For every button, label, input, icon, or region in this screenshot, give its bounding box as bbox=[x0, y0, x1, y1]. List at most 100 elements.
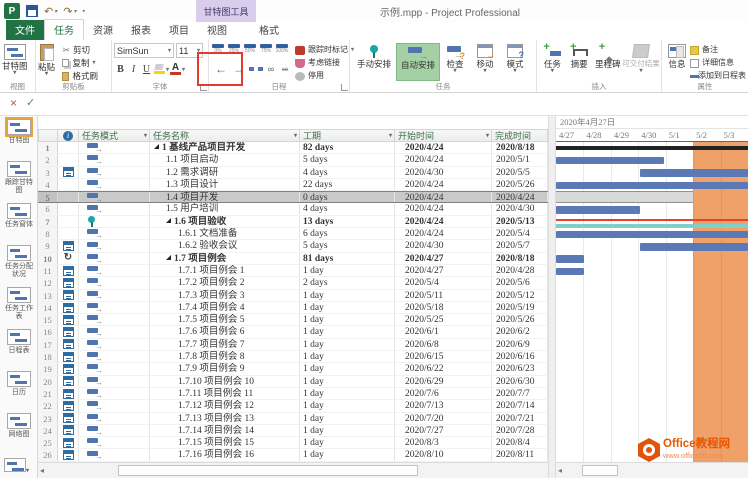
scroll-left-icon[interactable]: ◂ bbox=[40, 466, 44, 475]
duration-cell[interactable]: 0 days bbox=[300, 192, 395, 202]
duration-cell[interactable]: 22 days bbox=[300, 179, 395, 190]
row-number[interactable]: 3 bbox=[38, 167, 58, 178]
table-row[interactable]: 151.7.5 项目例会 51 day2020/5/252020/5/26 bbox=[38, 314, 548, 326]
finish-date-cell[interactable]: 2020/5/5 bbox=[492, 167, 548, 178]
view-bar-item[interactable]: 任务分配状况 bbox=[0, 242, 38, 284]
indicator-cell[interactable] bbox=[58, 277, 79, 288]
task-name-cell[interactable]: 1.7.3 项目例会 3 bbox=[150, 290, 300, 301]
font-name-select[interactable]: SimSun▾ bbox=[114, 43, 174, 58]
percent-complete-button[interactable]: 50% bbox=[243, 44, 257, 54]
table-row[interactable]: 131.7.3 项目例会 31 day2020/5/112020/5/12 bbox=[38, 290, 548, 302]
finish-date-cell[interactable]: 2020/8/11 bbox=[492, 449, 548, 460]
duration-cell[interactable]: 4 days bbox=[300, 203, 395, 214]
start-date-cell[interactable]: 2020/5/25 bbox=[395, 314, 492, 325]
duration-cell[interactable]: 81 days bbox=[300, 253, 395, 264]
task-name-cell[interactable]: 1.7.14 项目例会 14 bbox=[150, 425, 300, 436]
copy-button[interactable]: 复制▾ bbox=[62, 57, 98, 69]
duration-cell[interactable]: 6 days bbox=[300, 228, 395, 239]
duration-cell[interactable]: 1 day bbox=[300, 351, 395, 362]
duration-cell[interactable]: 1 day bbox=[300, 265, 395, 276]
task-mode-cell[interactable] bbox=[79, 253, 150, 264]
table-row[interactable]: 161.7.6 项目例会 61 day2020/6/12020/6/2 bbox=[38, 326, 548, 338]
indicator-cell[interactable] bbox=[58, 228, 79, 239]
indicator-cell[interactable] bbox=[58, 265, 79, 276]
finish-date-cell[interactable]: 2020/6/2 bbox=[492, 326, 548, 337]
row-number[interactable]: 4 bbox=[38, 179, 58, 190]
start-date-cell[interactable]: 2020/4/24 bbox=[395, 179, 492, 190]
collapse-triangle-icon[interactable] bbox=[154, 144, 159, 149]
gantt-bar[interactable] bbox=[556, 146, 748, 150]
qat-customize-icon[interactable]: ▪ bbox=[82, 8, 84, 15]
finish-date-cell[interactable]: 2020/5/12 bbox=[492, 290, 548, 301]
task-name-cell[interactable]: 1.7.4 项目例会 4 bbox=[150, 302, 300, 313]
mark-on-track-button[interactable]: 跟踪时标记▾ bbox=[295, 44, 347, 56]
task-mode-cell[interactable] bbox=[79, 179, 150, 190]
task-name-cell[interactable]: 1.1 项目启动 bbox=[150, 154, 300, 165]
font-color-button[interactable]: A bbox=[169, 63, 182, 75]
finish-date-cell[interactable]: 2020/5/6 bbox=[492, 277, 548, 288]
table-row[interactable]: 191.7.9 项目例会 91 day2020/6/222020/6/23 bbox=[38, 363, 548, 375]
task-name-cell[interactable]: 1 基线产品项目开发 bbox=[150, 142, 300, 153]
task-mode-cell[interactable] bbox=[79, 142, 150, 153]
gantt-bar[interactable] bbox=[556, 182, 748, 190]
indicator-cell[interactable] bbox=[58, 142, 79, 153]
task-name-cell[interactable]: 1.7.10 项目例会 10 bbox=[150, 376, 300, 387]
finish-date-cell[interactable]: 2020/8/4 bbox=[492, 437, 548, 448]
duration-cell[interactable]: 5 days bbox=[300, 240, 395, 251]
finish-date-cell[interactable]: 2020/4/28 bbox=[492, 265, 548, 276]
duration-cell[interactable]: 4 days bbox=[300, 167, 395, 178]
finish-date-cell[interactable]: 2020/5/26 bbox=[492, 179, 548, 190]
view-bar-more-button[interactable]: ▾ bbox=[4, 458, 30, 476]
unlink-tasks-icon[interactable]: ∞ bbox=[279, 64, 291, 74]
task-name-cell[interactable]: 1.7.8 项目例会 8 bbox=[150, 351, 300, 362]
table-scroll-thumb[interactable] bbox=[118, 465, 418, 476]
task-name-cell[interactable]: 1.4 项目开发 bbox=[150, 192, 300, 202]
table-row[interactable]: 171.7.7 项目例会 71 day2020/6/82020/6/9 bbox=[38, 339, 548, 351]
start-date-cell[interactable]: 2020/6/22 bbox=[395, 363, 492, 374]
row-number[interactable]: 20 bbox=[38, 376, 58, 387]
row-number[interactable]: 11 bbox=[38, 265, 58, 276]
task-name-cell[interactable]: 1.5 用户培训 bbox=[150, 203, 300, 214]
duration-cell[interactable]: 1 day bbox=[300, 376, 395, 387]
task-mode-cell[interactable] bbox=[79, 314, 150, 325]
accept-entry-icon[interactable]: ✓ bbox=[26, 96, 35, 109]
task-mode-cell[interactable] bbox=[79, 216, 150, 227]
indicator-cell[interactable] bbox=[58, 425, 79, 436]
row-number[interactable]: 12 bbox=[38, 277, 58, 288]
task-information-button[interactable]: 信息 bbox=[664, 43, 690, 81]
table-row[interactable]: 201.7.10 项目例会 101 day2020/6/292020/6/30 bbox=[38, 376, 548, 388]
table-row[interactable]: 71.6 项目验收13 days2020/4/242020/5/13 bbox=[38, 216, 548, 228]
row-number[interactable]: 13 bbox=[38, 290, 58, 301]
task-name-cell[interactable]: 1.7.6 项目例会 6 bbox=[150, 326, 300, 337]
table-row[interactable]: 41.3 项目设计22 days2020/4/242020/5/26 bbox=[38, 179, 548, 191]
task-mode-cell[interactable] bbox=[79, 400, 150, 411]
manually-schedule-button[interactable]: 手动安排 bbox=[352, 43, 396, 81]
indicator-cell[interactable] bbox=[58, 388, 79, 399]
gantt-bar[interactable] bbox=[556, 255, 584, 263]
table-row[interactable]: 11 基线产品项目开发82 days2020/4/242020/8/18 bbox=[38, 142, 548, 154]
start-date-cell[interactable]: 2020/4/24 bbox=[395, 142, 492, 153]
auto-schedule-button[interactable]: 自动安排 bbox=[396, 43, 440, 81]
indicator-cell[interactable] bbox=[58, 240, 79, 251]
table-row[interactable]: 181.7.8 项目例会 81 day2020/6/152020/6/16 bbox=[38, 351, 548, 363]
duration-cell[interactable]: 1 day bbox=[300, 302, 395, 313]
row-number[interactable]: 14 bbox=[38, 302, 58, 313]
task-mode-cell[interactable] bbox=[79, 154, 150, 165]
indicator-cell[interactable] bbox=[58, 449, 79, 460]
indicator-cell[interactable] bbox=[58, 314, 79, 325]
indicator-cell[interactable] bbox=[58, 192, 79, 202]
gantt-bar[interactable] bbox=[640, 169, 748, 177]
respect-links-button[interactable]: 考虑链接 bbox=[295, 57, 347, 69]
finish-date-cell[interactable]: 2020/7/14 bbox=[492, 400, 548, 411]
indicator-cell[interactable] bbox=[58, 154, 79, 165]
column-header-task-mode[interactable]: 任务模式▾ bbox=[79, 129, 150, 142]
task-name-cell[interactable]: 1.6 项目验收 bbox=[150, 216, 300, 227]
gantt-bar[interactable] bbox=[556, 219, 748, 222]
duration-cell[interactable]: 2 days bbox=[300, 277, 395, 288]
table-row[interactable]: 241.7.14 项目例会 141 day2020/7/272020/7/28 bbox=[38, 425, 548, 437]
start-date-cell[interactable]: 2020/4/24 bbox=[395, 216, 492, 227]
duration-cell[interactable]: 1 day bbox=[300, 363, 395, 374]
indicator-cell[interactable] bbox=[58, 437, 79, 448]
duration-cell[interactable]: 1 day bbox=[300, 425, 395, 436]
start-date-cell[interactable]: 2020/4/27 bbox=[395, 253, 492, 264]
